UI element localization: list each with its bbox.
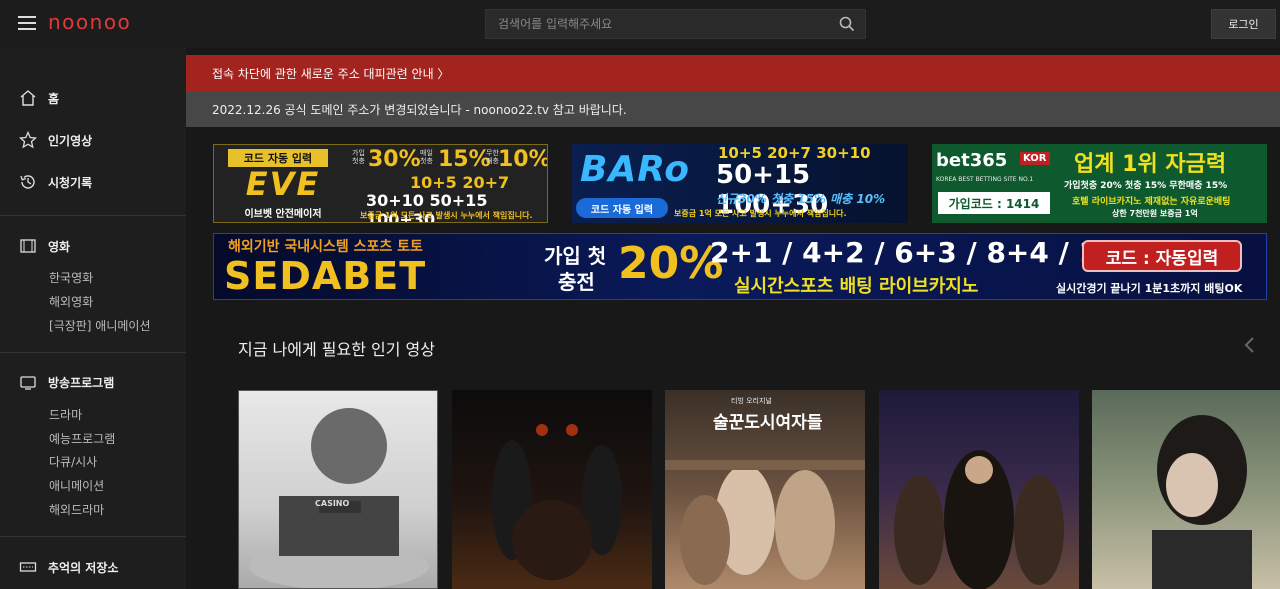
ad-text: 상한 7천만원 보증금 1억 — [1112, 209, 1198, 218]
ad-banner-baro[interactable]: BARo 코드 자동 입력 10+5 20+7 30+10 50+15 100+… — [572, 144, 908, 223]
search-input[interactable] — [486, 10, 826, 38]
poster-image — [894, 450, 1064, 589]
sidebar-item-label: 홈 — [48, 91, 60, 106]
sidebar-item-label: 시청기록 — [48, 175, 93, 190]
ad-text: 10+5 20+7 — [410, 173, 510, 192]
ad-text: 호텔 라이브카지노 제재없는 자유로운배팅 — [1072, 197, 1231, 207]
ad-text: 30% — [368, 147, 421, 172]
ad-sub: 이브벳 안전메이저 — [244, 209, 322, 220]
archive-icon — [19, 562, 37, 572]
poster-image — [249, 408, 429, 588]
sidebar-item-popular[interactable]: 인기영상 — [0, 125, 186, 155]
ad-text: 가입 첫 — [544, 244, 607, 268]
divider — [0, 536, 186, 537]
sidebar-sub-animation[interactable]: 애니메이션 — [49, 477, 104, 494]
ad-text: KOREA BEST BETTING SITE NO.1 — [936, 176, 1034, 183]
poster-card[interactable]: CASINO — [238, 390, 438, 589]
ad-brand-logo: bet365 — [936, 150, 1008, 171]
ad-banner-sedabet[interactable]: 해외기반 국내시스템 스포츠 토토 SEDABET 가입 첫 충전 20% 2+… — [213, 233, 1267, 300]
poster-image — [1152, 415, 1252, 589]
sidebar-item-archive[interactable]: 추억의 저장소 — [0, 552, 186, 582]
sidebar-sub-drama[interactable]: 드라마 — [49, 406, 82, 423]
ad-text: 충전 — [558, 270, 595, 294]
ad-footer: 실시간경기 끝나기 1분1초까지 배팅OK — [1056, 282, 1243, 295]
history-icon — [20, 175, 35, 189]
ad-footer: 보증금 1억 모든 사고 발생시 누누에서 책임집니다. — [674, 209, 847, 218]
sidebar-sub-documentary[interactable]: 다큐/시사 — [49, 453, 97, 470]
sidebar-item-label: 방송프로그램 — [48, 375, 115, 390]
ad-text: 15% — [438, 147, 491, 172]
sidebar-sub-animation-movies[interactable]: [극장판] 애니메이션 — [49, 317, 151, 334]
home-icon — [20, 90, 36, 106]
divider — [0, 352, 186, 353]
film-icon — [20, 239, 36, 253]
notice-banner-gray: 2022.12.26 공식 도메인 주소가 변경되었습니다 - noonoo22… — [186, 91, 1280, 127]
search-bar — [485, 9, 866, 39]
sidebar-item-label: 영화 — [48, 239, 71, 254]
poster-card[interactable] — [452, 390, 652, 589]
ad-banner-eve[interactable]: 코드 자동 입력 EVE 이브벳 안전메이저 가입 첫충 30% 매일 첫충 1… — [213, 144, 548, 223]
ad-brand-logo: EVE — [245, 165, 321, 203]
search-icon[interactable] — [839, 16, 855, 32]
poster-card[interactable] — [879, 390, 1079, 589]
sidebar: 홈 인기영상 시청기록 영화 한국영화 해외영화 [극장판] 애니메이션 방송프… — [0, 48, 186, 589]
ad-headline: 업계 1위 자금력 — [1074, 152, 1227, 177]
notice-banner-red[interactable]: 접속 차단에 관한 새로운 주소 대피관련 안내 〉 — [186, 55, 1280, 91]
star-icon — [19, 131, 37, 149]
ad-brand-logo: BARo — [580, 149, 690, 190]
poster-title: 술꾼도시여자들 — [713, 413, 823, 433]
sidebar-item-movies[interactable]: 영화 — [0, 231, 186, 261]
ad-code: 가입코드 : 1414 — [938, 192, 1050, 214]
poster-card[interactable]: 티빙 오리지널 술꾼도시여자들 — [665, 390, 865, 589]
hamburger-menu-icon[interactable] — [18, 16, 36, 30]
ad-text: 실시간스포츠 배팅 라이브카지노 — [734, 276, 979, 297]
ad-text: 10% — [498, 147, 548, 172]
ad-text: KOR — [1020, 152, 1050, 165]
site-logo[interactable]: noonoo — [48, 10, 131, 34]
poster-title: CASINO — [315, 499, 350, 508]
ad-brand-logo: SEDABET — [224, 254, 427, 298]
sidebar-sub-variety[interactable]: 예능프로그램 — [49, 430, 115, 447]
chevron-left-icon[interactable] — [1242, 336, 1258, 354]
poster-card[interactable] — [1092, 390, 1280, 589]
sidebar-item-home[interactable]: 홈 — [0, 83, 186, 113]
divider — [0, 215, 186, 216]
sidebar-item-broadcast[interactable]: 방송프로그램 — [0, 367, 186, 397]
poster-subtitle: 티빙 오리지널 — [731, 397, 772, 405]
poster-image — [492, 424, 622, 580]
ad-text: 가입첫충 20% 첫충 15% 무한매충 15% — [1064, 181, 1228, 191]
ad-banner-bet365[interactable]: bet365 KOR KOREA BEST BETTING SITE NO.1 … — [932, 144, 1267, 223]
sidebar-item-history[interactable]: 시청기록 — [0, 167, 186, 197]
sidebar-sub-foreign-movies[interactable]: 해외영화 — [49, 293, 93, 310]
ad-text: 신규30% 첫충 15% 매충 10% — [716, 192, 886, 206]
ad-text: 매일 첫충 — [420, 149, 433, 165]
ad-text: 해외기반 국내시스템 스포츠 토토 — [228, 239, 423, 255]
top-bar: noonoo 로그인 — [0, 0, 1280, 48]
login-button[interactable]: 로그인 — [1211, 9, 1276, 39]
sidebar-item-label: 추억의 저장소 — [48, 560, 119, 575]
sidebar-sub-korean-movies[interactable]: 한국영화 — [49, 269, 93, 286]
sidebar-item-label: 인기영상 — [48, 133, 93, 148]
tv-icon — [20, 376, 36, 390]
ad-code: 코드 : 자동입력 — [1082, 240, 1242, 272]
main-content: 접속 차단에 관한 새로운 주소 대피관련 안내 〉 2022.12.26 공식… — [186, 48, 1280, 589]
ad-text: 20% — [618, 238, 724, 289]
ad-footer: 보증금 1억 모든 사고 발생시 누누에서 책임집니다. — [360, 211, 533, 220]
sidebar-sub-foreign-drama[interactable]: 해외드라마 — [49, 501, 104, 518]
section-title: 지금 나에게 필요한 인기 영상 — [238, 340, 435, 359]
ad-badge: 코드 자동 입력 — [576, 198, 668, 218]
